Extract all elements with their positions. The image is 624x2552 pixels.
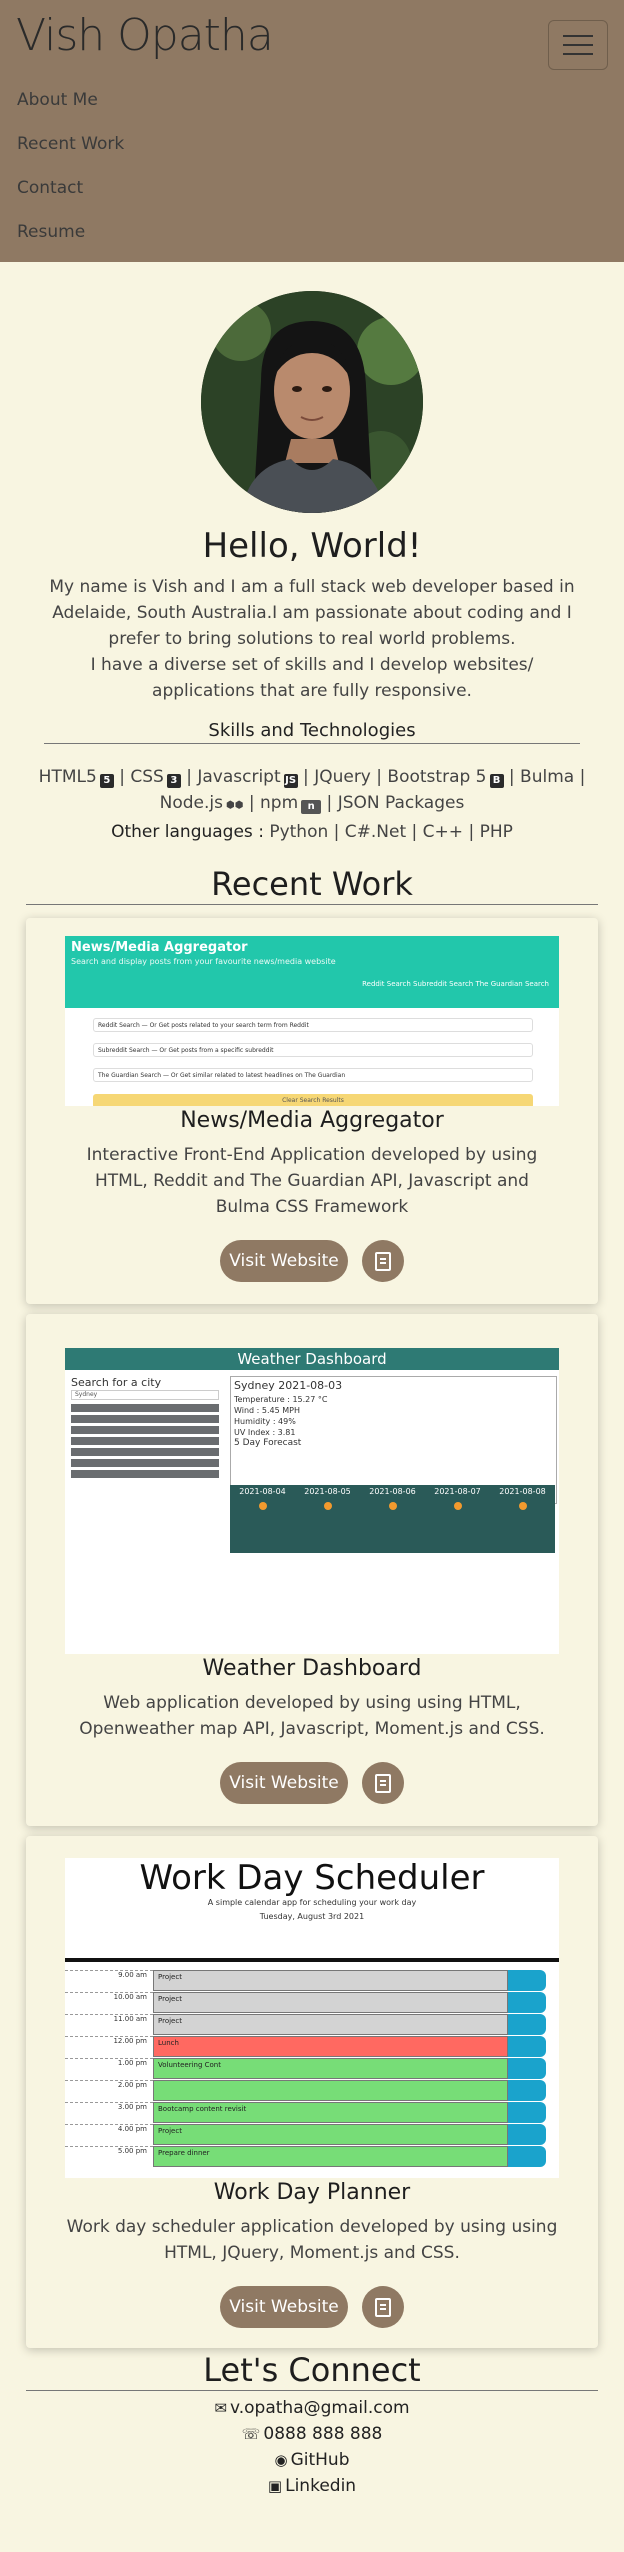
project-title: News/Media Aggregator (180, 1108, 444, 1133)
contact-list: ✉ v.opatha@gmail.com ☏ 0888 888 888 ◉ GitHu… (0, 2395, 624, 2499)
table-row: 2.00 pm (65, 2080, 559, 2102)
save-icon[interactable] (508, 2146, 546, 2167)
skills-line-3: Other languages : Python | C#.Net | C++ … (30, 819, 594, 845)
project-description: Work day scheduler application developed… (66, 2217, 558, 2263)
skill-bootstrap: Bootstrap 5 (387, 767, 487, 787)
skill-npm: npm (260, 793, 299, 813)
project-card-scheduler: Work Day Scheduler A simple calendar app… (26, 1836, 598, 2348)
skill-css: CSS (130, 767, 164, 787)
project-card-news: News/Media Aggregator Search and display… (26, 918, 598, 1304)
project-description: Interactive Front-End Application develo… (86, 1145, 538, 1217)
html5-icon: 5 (99, 774, 114, 788)
sun-icon (388, 1502, 397, 1510)
contact-email[interactable]: ✉ v.opatha@gmail.com (0, 2395, 624, 2421)
css3-icon: 3 (166, 774, 181, 788)
nav-link-resume[interactable]: Resume (17, 222, 124, 266)
save-icon[interactable] (508, 1992, 546, 2013)
document-icon (375, 1252, 391, 1271)
nav-link-contact[interactable]: Contact (17, 178, 124, 222)
intro-paragraph-2: I have a diverse set of skills and I dev… (90, 655, 534, 701)
contact-linkedin[interactable]: ▣ Linkedin (0, 2473, 624, 2499)
project-description: Web application developed by using using… (79, 1693, 545, 1739)
profile-photo (201, 291, 423, 513)
npm-icon: n (301, 800, 322, 814)
skill-html5: HTML5 (38, 767, 97, 787)
save-icon[interactable] (508, 2058, 546, 2079)
save-icon[interactable] (508, 2080, 546, 2101)
document-icon (375, 1774, 391, 1793)
other-languages: Python | C#.Net | C++ | PHP (269, 822, 513, 842)
table-row: 10.00 am Project (65, 1992, 559, 2014)
skill-json: JSON Packages (337, 793, 465, 813)
table-row: 12.00 pm Lunch (65, 2036, 559, 2058)
connect-heading: Let's Connect (26, 2350, 598, 2391)
save-icon[interactable] (508, 2124, 546, 2145)
envelope-icon: ✉ (214, 2399, 228, 2417)
document-icon (375, 2298, 391, 2317)
readme-button[interactable] (362, 2286, 404, 2328)
recent-work-heading: Recent Work (26, 864, 598, 905)
menu-toggle-button[interactable] (548, 20, 608, 70)
brand-logo[interactable]: Vish Opatha (16, 10, 274, 61)
contact-phone[interactable]: ☏ 0888 888 888 (0, 2421, 624, 2447)
table-row: 5.00 pm Prepare dinner (65, 2146, 559, 2168)
skill-bulma: Bulma (520, 767, 575, 787)
sun-icon (453, 1502, 462, 1510)
table-row: 11.00 am Project (65, 2014, 559, 2036)
phone-icon: ☏ (241, 2425, 261, 2443)
save-icon[interactable] (508, 1970, 546, 1991)
news-aggregator-screenshot[interactable]: News/Media Aggregator Search and display… (65, 936, 559, 1106)
github-icon: ◉ (274, 2451, 288, 2469)
intro-paragraph-1: My name is Vish and I am a full stack we… (49, 577, 575, 649)
linkedin-icon: ▣ (267, 2477, 283, 2495)
readme-button[interactable] (362, 1240, 404, 1282)
visit-website-button[interactable]: Visit Website (220, 1240, 348, 1282)
skills-line-2: Node.js ⬢⬢ | npm n | JSON Packages (159, 793, 465, 814)
bootstrap-icon: B (489, 774, 504, 788)
project-title: Weather Dashboard (202, 1656, 422, 1681)
skills-list: HTML5 5 | CSS 3 | Javascript JS | JQuery | … (30, 764, 594, 845)
visit-website-button[interactable]: Visit Website (220, 2286, 348, 2328)
other-languages-label: Other languages : (111, 822, 264, 842)
skill-jquery: JQuery (314, 767, 371, 787)
work-day-scheduler-screenshot[interactable]: Work Day Scheduler A simple calendar app… (65, 1858, 559, 2178)
hello-heading: Hello, World! (202, 526, 422, 566)
skills-line-1: HTML5 5 | CSS 3 | Javascript JS | JQuery | … (38, 767, 586, 788)
skill-javascript: Javascript (197, 767, 281, 787)
save-icon[interactable] (508, 2102, 546, 2123)
sun-icon (258, 1502, 267, 1510)
save-icon[interactable] (508, 2014, 546, 2035)
table-row: 4.00 pm Project (65, 2124, 559, 2146)
hamburger-icon (563, 35, 593, 37)
sun-icon (323, 1502, 332, 1510)
nodejs-icon: ⬢⬢ (226, 800, 244, 811)
sun-icon (518, 1502, 527, 1510)
save-icon[interactable] (508, 2036, 546, 2057)
intro-text: My name is Vish and I am a full stack we… (40, 574, 584, 704)
table-row: 1.00 pm Volunteering Cont (65, 2058, 559, 2080)
nav-links: About Me Recent Work Contact Resume (17, 90, 124, 266)
weather-dashboard-screenshot[interactable]: Weather Dashboard Search for a city Sydn… (65, 1348, 559, 1654)
table-row: 9.00 am Project (65, 1970, 559, 1992)
javascript-icon: JS (283, 774, 298, 788)
nav-link-recent-work[interactable]: Recent Work (17, 134, 124, 178)
readme-button[interactable] (362, 1762, 404, 1804)
navbar: Vish Opatha About Me Recent Work Contact… (0, 0, 624, 262)
table-row: 3.00 pm Bootcamp content revisit (65, 2102, 559, 2124)
project-title: Work Day Planner (213, 2180, 411, 2205)
skills-heading: Skills and Technologies (44, 720, 580, 744)
skill-node: Node.js (159, 793, 223, 813)
nav-link-about[interactable]: About Me (17, 90, 124, 134)
visit-website-button[interactable]: Visit Website (220, 1762, 348, 1804)
project-card-weather: Weather Dashboard Search for a city Sydn… (26, 1314, 598, 1826)
contact-github[interactable]: ◉ GitHub (0, 2447, 624, 2473)
